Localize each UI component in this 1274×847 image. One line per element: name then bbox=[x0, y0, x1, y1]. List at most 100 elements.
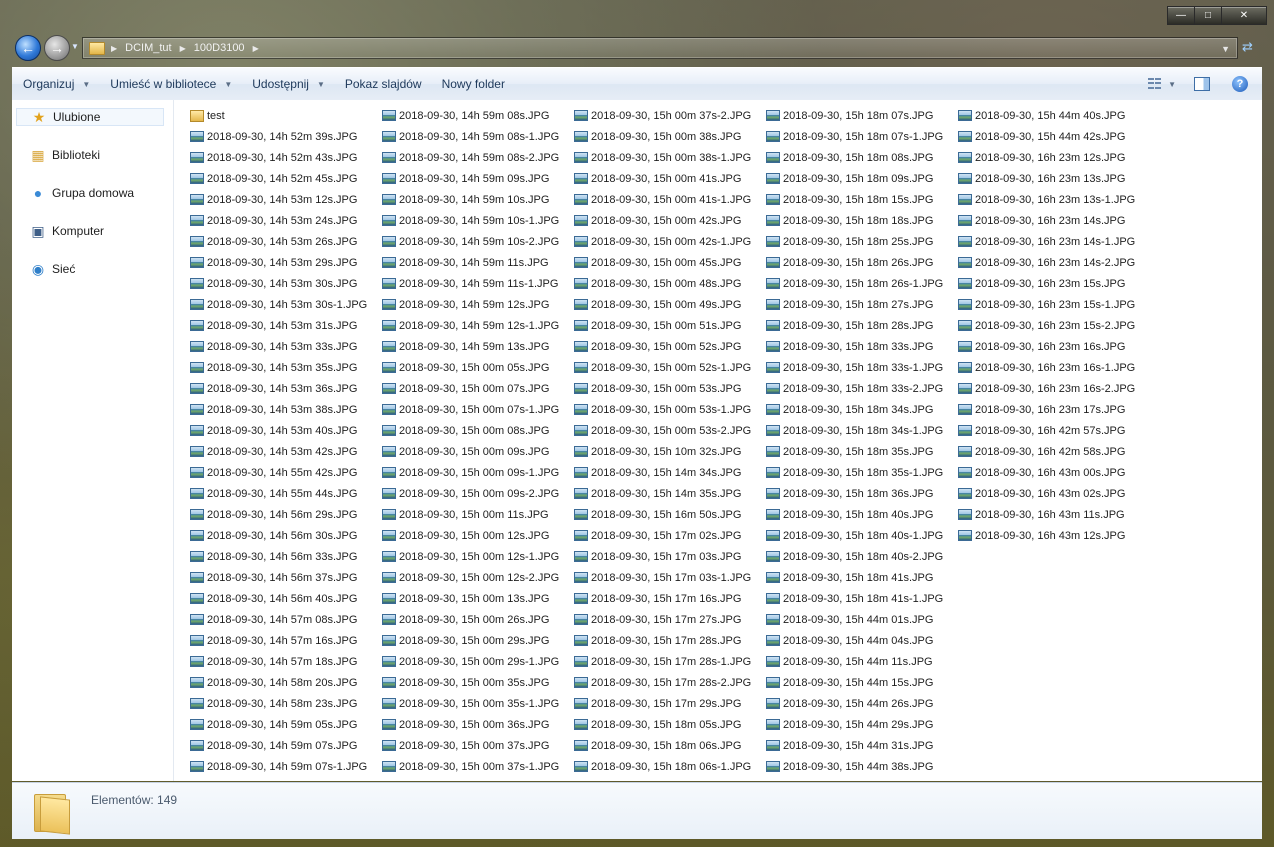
file-item[interactable]: 2018-09-30, 14h 57m 08s.JPG bbox=[190, 609, 382, 630]
file-item[interactable]: 2018-09-30, 15h 18m 25s.JPG bbox=[766, 231, 958, 252]
file-item[interactable]: 2018-09-30, 15h 44m 42s.JPG bbox=[958, 126, 1150, 147]
file-item[interactable]: 2018-09-30, 15h 00m 37s-2.JPG bbox=[574, 105, 766, 126]
file-item[interactable]: 2018-09-30, 14h 53m 30s.JPG bbox=[190, 273, 382, 294]
file-item[interactable]: 2018-09-30, 16h 23m 17s.JPG bbox=[958, 399, 1150, 420]
file-item[interactable]: 2018-09-30, 14h 58m 23s.JPG bbox=[190, 693, 382, 714]
minimize-button[interactable]: — bbox=[1167, 6, 1195, 25]
nav-item-libraries[interactable]: ▦ Biblioteki bbox=[30, 147, 100, 163]
file-item[interactable]: 2018-09-30, 15h 18m 05s.JPG bbox=[574, 714, 766, 735]
help-icon[interactable]: ? bbox=[1232, 76, 1248, 92]
include-in-library-menu[interactable]: Umieść w bibliotece ▼ bbox=[101, 72, 241, 96]
file-item[interactable]: 2018-09-30, 14h 53m 42s.JPG bbox=[190, 441, 382, 462]
file-item[interactable]: 2018-09-30, 14h 53m 24s.JPG bbox=[190, 210, 382, 231]
file-item[interactable]: 2018-09-30, 15h 00m 37s-1.JPG bbox=[382, 756, 574, 777]
file-item[interactable]: 2018-09-30, 15h 00m 13s.JPG bbox=[382, 588, 574, 609]
file-item[interactable]: 2018-09-30, 15h 18m 33s.JPG bbox=[766, 336, 958, 357]
breadcrumb-100d3100[interactable]: 100D3100 bbox=[192, 42, 247, 54]
file-item[interactable]: 2018-09-30, 14h 59m 08s.JPG bbox=[382, 105, 574, 126]
file-item[interactable]: 2018-09-30, 15h 00m 48s.JPG bbox=[574, 273, 766, 294]
file-item[interactable]: 2018-09-30, 14h 59m 08s-1.JPG bbox=[382, 126, 574, 147]
file-item[interactable]: 2018-09-30, 15h 18m 07s.JPG bbox=[766, 105, 958, 126]
file-item[interactable]: 2018-09-30, 15h 18m 36s.JPG bbox=[766, 483, 958, 504]
file-item[interactable]: 2018-09-30, 15h 18m 33s-2.JPG bbox=[766, 378, 958, 399]
file-item[interactable]: 2018-09-30, 14h 53m 26s.JPG bbox=[190, 231, 382, 252]
file-item[interactable]: 2018-09-30, 15h 17m 16s.JPG bbox=[574, 588, 766, 609]
file-item[interactable]: 2018-09-30, 15h 18m 09s.JPG bbox=[766, 168, 958, 189]
file-item[interactable]: 2018-09-30, 15h 18m 06s-1.JPG bbox=[574, 756, 766, 777]
file-item[interactable]: 2018-09-30, 15h 17m 29s.JPG bbox=[574, 693, 766, 714]
file-item[interactable]: 2018-09-30, 15h 18m 34s-1.JPG bbox=[766, 420, 958, 441]
file-item[interactable]: 2018-09-30, 15h 18m 35s.JPG bbox=[766, 441, 958, 462]
file-item[interactable]: 2018-09-30, 16h 23m 15s-2.JPG bbox=[958, 315, 1150, 336]
file-item[interactable]: 2018-09-30, 15h 18m 34s.JPG bbox=[766, 399, 958, 420]
file-item[interactable]: 2018-09-30, 15h 00m 49s.JPG bbox=[574, 294, 766, 315]
file-item[interactable]: 2018-09-30, 16h 23m 13s-1.JPG bbox=[958, 189, 1150, 210]
file-item[interactable]: 2018-09-30, 16h 23m 16s-2.JPG bbox=[958, 378, 1150, 399]
file-item[interactable]: 2018-09-30, 15h 17m 02s.JPG bbox=[574, 525, 766, 546]
file-item[interactable]: 2018-09-30, 15h 17m 28s-1.JPG bbox=[574, 651, 766, 672]
file-item[interactable]: 2018-09-30, 15h 00m 12s-1.JPG bbox=[382, 546, 574, 567]
file-item[interactable]: 2018-09-30, 15h 18m 15s.JPG bbox=[766, 189, 958, 210]
file-item[interactable]: 2018-09-30, 15h 00m 41s-1.JPG bbox=[574, 189, 766, 210]
file-item[interactable]: 2018-09-30, 15h 00m 08s.JPG bbox=[382, 420, 574, 441]
file-item[interactable]: 2018-09-30, 16h 43m 11s.JPG bbox=[958, 504, 1150, 525]
file-item[interactable]: 2018-09-30, 16h 23m 15s-1.JPG bbox=[958, 294, 1150, 315]
nav-item-favorites[interactable]: ★ Ulubione bbox=[16, 108, 164, 126]
file-item[interactable]: 2018-09-30, 14h 59m 10s-1.JPG bbox=[382, 210, 574, 231]
file-item[interactable]: 2018-09-30, 14h 53m 38s.JPG bbox=[190, 399, 382, 420]
file-item[interactable]: 2018-09-30, 15h 10m 32s.JPG bbox=[574, 441, 766, 462]
file-item[interactable]: 2018-09-30, 15h 44m 40s.JPG bbox=[958, 105, 1150, 126]
file-item[interactable]: 2018-09-30, 14h 52m 39s.JPG bbox=[190, 126, 382, 147]
file-item[interactable]: 2018-09-30, 16h 43m 00s.JPG bbox=[958, 462, 1150, 483]
file-item[interactable]: 2018-09-30, 14h 55m 42s.JPG bbox=[190, 462, 382, 483]
file-item[interactable]: 2018-09-30, 15h 14m 34s.JPG bbox=[574, 462, 766, 483]
file-item[interactable]: 2018-09-30, 15h 44m 38s.JPG bbox=[766, 756, 958, 777]
chevron-right-icon[interactable]: ▶ bbox=[253, 44, 259, 53]
file-item[interactable]: 2018-09-30, 15h 00m 53s.JPG bbox=[574, 378, 766, 399]
file-item[interactable]: 2018-09-30, 15h 00m 53s-1.JPG bbox=[574, 399, 766, 420]
folder-item[interactable]: test bbox=[190, 105, 382, 126]
recent-pages-dropdown[interactable]: ▼ bbox=[71, 42, 79, 51]
file-item[interactable]: 2018-09-30, 15h 18m 06s.JPG bbox=[574, 735, 766, 756]
file-item[interactable]: 2018-09-30, 14h 53m 12s.JPG bbox=[190, 189, 382, 210]
file-item[interactable]: 2018-09-30, 15h 18m 28s.JPG bbox=[766, 315, 958, 336]
file-item[interactable]: 2018-09-30, 15h 44m 31s.JPG bbox=[766, 735, 958, 756]
file-item[interactable]: 2018-09-30, 14h 53m 29s.JPG bbox=[190, 252, 382, 273]
file-item[interactable]: 2018-09-30, 14h 59m 10s.JPG bbox=[382, 189, 574, 210]
file-item[interactable]: 2018-09-30, 14h 59m 09s.JPG bbox=[382, 168, 574, 189]
nav-item-homegroup[interactable]: ● Grupa domowa bbox=[30, 185, 134, 201]
close-button[interactable]: ✕ bbox=[1221, 6, 1267, 25]
refresh-icon[interactable]: ⇄ bbox=[1242, 39, 1258, 55]
file-item[interactable]: 2018-09-30, 14h 59m 13s.JPG bbox=[382, 336, 574, 357]
file-item[interactable]: 2018-09-30, 15h 44m 11s.JPG bbox=[766, 651, 958, 672]
file-item[interactable]: 2018-09-30, 16h 23m 16s-1.JPG bbox=[958, 357, 1150, 378]
file-item[interactable]: 2018-09-30, 15h 17m 03s.JPG bbox=[574, 546, 766, 567]
file-item[interactable]: 2018-09-30, 15h 44m 26s.JPG bbox=[766, 693, 958, 714]
file-item[interactable]: 2018-09-30, 14h 59m 11s-1.JPG bbox=[382, 273, 574, 294]
file-item[interactable]: 2018-09-30, 15h 44m 15s.JPG bbox=[766, 672, 958, 693]
file-item[interactable]: 2018-09-30, 14h 53m 40s.JPG bbox=[190, 420, 382, 441]
file-item[interactable]: 2018-09-30, 15h 00m 35s.JPG bbox=[382, 672, 574, 693]
file-item[interactable]: 2018-09-30, 15h 00m 42s.JPG bbox=[574, 210, 766, 231]
file-item[interactable]: 2018-09-30, 15h 00m 36s.JPG bbox=[382, 714, 574, 735]
file-item[interactable]: 2018-09-30, 15h 17m 28s-2.JPG bbox=[574, 672, 766, 693]
file-item[interactable]: 2018-09-30, 15h 00m 12s-2.JPG bbox=[382, 567, 574, 588]
file-item[interactable]: 2018-09-30, 14h 52m 43s.JPG bbox=[190, 147, 382, 168]
file-item[interactable]: 2018-09-30, 15h 00m 12s.JPG bbox=[382, 525, 574, 546]
chevron-right-icon[interactable]: ▶ bbox=[111, 44, 117, 53]
file-item[interactable]: 2018-09-30, 15h 18m 40s-2.JPG bbox=[766, 546, 958, 567]
file-item[interactable]: 2018-09-30, 16h 42m 57s.JPG bbox=[958, 420, 1150, 441]
file-item[interactable]: 2018-09-30, 15h 18m 07s-1.JPG bbox=[766, 126, 958, 147]
file-item[interactable]: 2018-09-30, 14h 53m 35s.JPG bbox=[190, 357, 382, 378]
file-item[interactable]: 2018-09-30, 16h 23m 13s.JPG bbox=[958, 168, 1150, 189]
file-item[interactable]: 2018-09-30, 16h 23m 14s-1.JPG bbox=[958, 231, 1150, 252]
slideshow-button[interactable]: Pokaz slajdów bbox=[336, 72, 431, 96]
file-item[interactable]: 2018-09-30, 15h 00m 42s-1.JPG bbox=[574, 231, 766, 252]
file-item[interactable]: 2018-09-30, 14h 57m 16s.JPG bbox=[190, 630, 382, 651]
file-item[interactable]: 2018-09-30, 14h 59m 11s.JPG bbox=[382, 252, 574, 273]
back-button[interactable]: ← bbox=[15, 35, 41, 61]
file-item[interactable]: 2018-09-30, 16h 23m 14s-2.JPG bbox=[958, 252, 1150, 273]
chevron-down-icon[interactable]: ▼ bbox=[1168, 80, 1176, 89]
file-item[interactable]: 2018-09-30, 14h 53m 30s-1.JPG bbox=[190, 294, 382, 315]
file-item[interactable]: 2018-09-30, 15h 18m 41s.JPG bbox=[766, 567, 958, 588]
